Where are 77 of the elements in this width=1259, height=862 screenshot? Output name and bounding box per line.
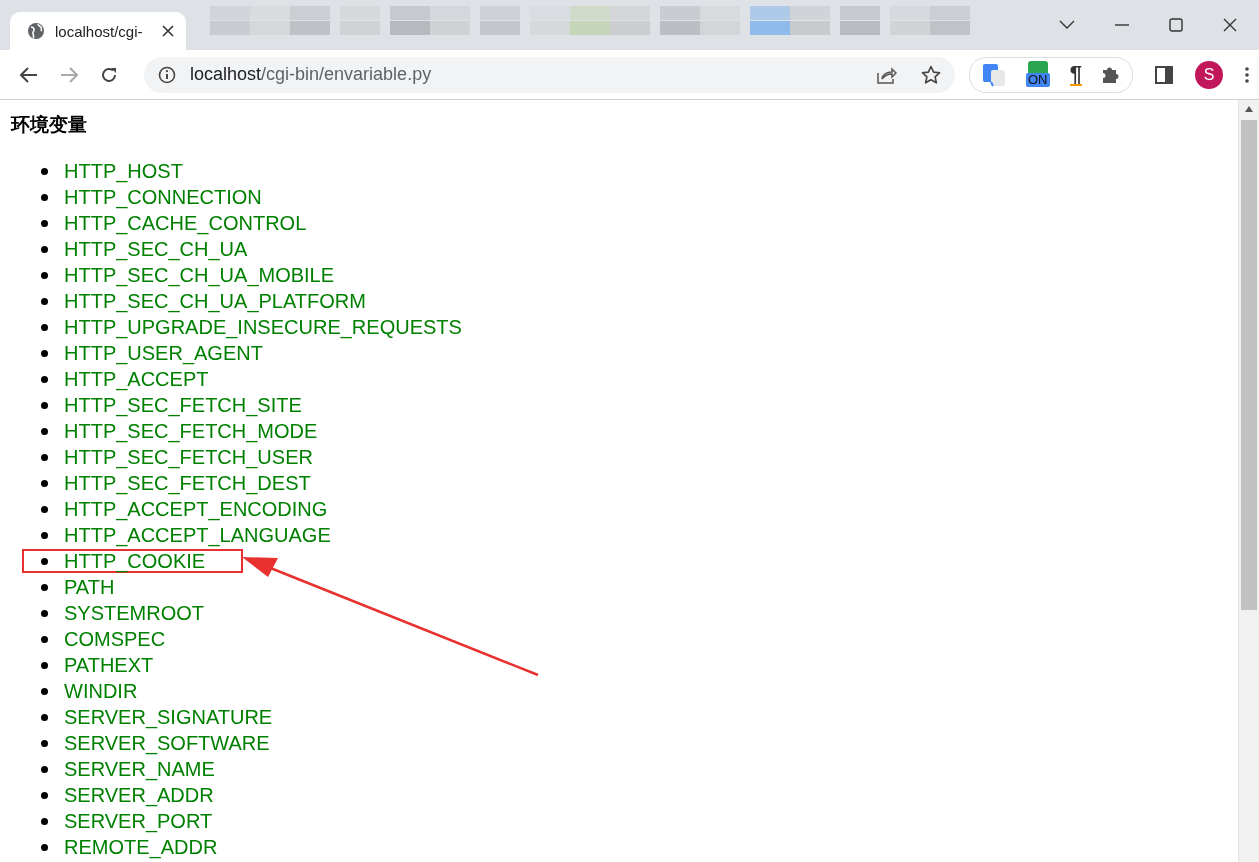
bullet-icon	[41, 635, 48, 643]
bullet-icon	[41, 453, 48, 461]
variable-link[interactable]: HTTP_USER_AGENT	[64, 341, 263, 365]
bullet-icon	[41, 687, 48, 695]
bullet-icon	[41, 531, 48, 539]
variable-link[interactable]: SERVER_NAME	[64, 757, 215, 781]
reload-icon[interactable]	[100, 65, 118, 84]
variable-link[interactable]: HTTP_SEC_FETCH_DEST	[64, 471, 311, 495]
browser-tab[interactable]: localhost/cgi-	[10, 12, 186, 50]
variable-link[interactable]: SERVER_SIGNATURE	[64, 705, 273, 729]
scrollbar-thumb[interactable]	[1241, 120, 1257, 610]
variable-link[interactable]: SERVER_PORT	[64, 809, 213, 833]
variable-link[interactable]: HTTP_COOKIE	[64, 549, 206, 573]
variable-link[interactable]: HTTP_SEC_CH_UA_MOBILE	[64, 263, 335, 287]
bullet-icon	[41, 557, 48, 565]
tab-search-icon[interactable]	[1059, 20, 1075, 30]
variable-link[interactable]: HTTP_SEC_FETCH_SITE	[64, 393, 302, 417]
bullet-icon	[41, 791, 48, 799]
variable-link[interactable]: SYSTEMROOT	[64, 601, 204, 625]
maximize-icon[interactable]	[1169, 18, 1183, 32]
bullet-icon	[41, 427, 48, 435]
address-bar[interactable]: localhost/cgi-bin/envariable.py	[144, 56, 955, 93]
variable-link[interactable]: SERVER_ADDR	[64, 783, 214, 807]
variable-link[interactable]: HTTP_CACHE_CONTROL	[64, 211, 307, 235]
share-icon[interactable]	[876, 65, 897, 84]
variable-link[interactable]: HTTP_SEC_FETCH_MODE	[64, 419, 318, 443]
bullet-icon	[41, 349, 48, 357]
close-icon[interactable]	[162, 25, 174, 37]
info-icon[interactable]	[158, 65, 176, 84]
variable-link[interactable]: HTTP_ACCEPT_ENCODING	[64, 497, 328, 521]
variable-link[interactable]: HTTP_SEC_CH_UA_PLATFORM	[64, 289, 366, 313]
pilcrow-extension[interactable]: ¶	[1069, 63, 1082, 86]
bullet-icon	[41, 271, 48, 279]
bullet-icon	[41, 739, 48, 747]
bullet-icon	[41, 765, 48, 773]
bullet-icon	[41, 245, 48, 253]
scrollbar[interactable]	[1238, 100, 1259, 862]
bullet-icon	[41, 713, 48, 721]
variable-link[interactable]: HTTP_ACCEPT	[64, 367, 209, 391]
variable-link[interactable]: HTTP_ACCEPT_LANGUAGE	[64, 523, 331, 547]
variable-link[interactable]: HTTP_UPGRADE_INSECURE_REQUESTS	[64, 315, 462, 339]
star-icon[interactable]	[920, 64, 941, 85]
variable-link[interactable]: COMSPEC	[64, 627, 166, 651]
translate-icon[interactable]	[981, 62, 1006, 87]
bullet-icon	[41, 843, 48, 851]
close-icon[interactable]	[1223, 18, 1237, 32]
variable-link[interactable]: PATHEXT	[64, 653, 154, 677]
bullet-icon	[41, 583, 48, 591]
variable-link[interactable]: HTTP_SEC_FETCH_USER	[64, 445, 313, 469]
bullet-icon	[41, 323, 48, 331]
variable-link[interactable]: HTTP_CONNECTION	[64, 185, 262, 209]
variable-link[interactable]: HTTP_SEC_CH_UA	[64, 237, 248, 261]
bullet-icon	[41, 505, 48, 513]
bullet-icon	[41, 609, 48, 617]
bullet-icon	[41, 817, 48, 825]
url-text: localhost/cgi-bin/envariable.py	[190, 64, 432, 85]
bullet-icon	[41, 401, 48, 409]
profile-avatar[interactable]: S	[1195, 60, 1223, 89]
variable-link[interactable]: PATH	[64, 575, 115, 599]
bullet-icon	[41, 167, 48, 175]
bullet-icon	[41, 479, 48, 487]
bullet-icon	[41, 193, 48, 201]
variable-link[interactable]: REMOTE_ADDR	[64, 835, 218, 859]
bullet-icon	[41, 375, 48, 383]
globe-icon	[27, 22, 45, 40]
back-icon[interactable]	[20, 66, 38, 83]
menu-icon[interactable]	[1245, 66, 1249, 83]
page-heading: 环境变量	[11, 113, 88, 137]
scroll-up-icon[interactable]	[1245, 106, 1253, 112]
variable-link[interactable]: WINDIR	[64, 679, 138, 703]
variable-link[interactable]: HTTP_HOST	[64, 159, 183, 183]
side-panel-icon[interactable]	[1155, 65, 1173, 84]
bullet-icon	[41, 297, 48, 305]
bullet-icon	[41, 219, 48, 227]
tab-title: localhost/cgi-	[55, 22, 144, 40]
bullet-icon	[41, 661, 48, 669]
variable-link[interactable]: SERVER_SOFTWARE	[64, 731, 270, 755]
